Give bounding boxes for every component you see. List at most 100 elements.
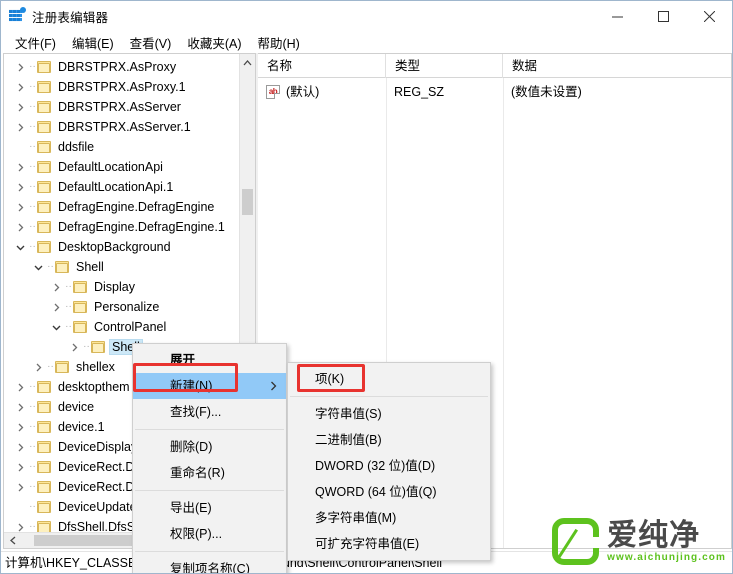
chevron-right-icon[interactable] — [12, 99, 28, 115]
tree-node[interactable]: ·· Display — [4, 277, 240, 297]
tree-node[interactable]: ·· DBRSTPRX.AsProxy.1 — [4, 77, 240, 97]
tree-connector: ·· — [65, 281, 72, 292]
menu-favorites[interactable]: 收藏夹(A) — [179, 31, 249, 54]
tree-connector: ·· — [29, 161, 36, 172]
tree-connector: ·· — [65, 321, 72, 332]
chevron-right-icon[interactable] — [12, 219, 28, 235]
minimize-button[interactable] — [594, 1, 640, 31]
ctx-permissions[interactable]: 权限(P)... — [133, 521, 286, 547]
ctx-find[interactable]: 查找(F)... — [133, 399, 286, 425]
chevron-right-icon[interactable] — [12, 59, 28, 75]
close-button[interactable] — [686, 1, 732, 31]
chevron-right-icon[interactable] — [12, 479, 28, 495]
tree-node-label: DeviceDisplay — [58, 440, 138, 454]
folder-icon — [37, 60, 52, 74]
tree-node[interactable]: ·· DefragEngine.DefragEngine.1 — [4, 217, 240, 237]
submenu-qword-value[interactable]: QWORD (64 位)值(Q) — [288, 479, 490, 505]
tree-node[interactable]: ·· DesktopBackground — [4, 237, 240, 257]
menu-separator — [290, 396, 488, 397]
tree-node-label: DBRSTPRX.AsProxy — [58, 60, 177, 74]
ctx-delete[interactable]: 删除(D) — [133, 434, 286, 460]
submenu-dword-value-label: DWORD (32 位)值(D) — [315, 459, 436, 473]
menu-view[interactable]: 查看(V) — [122, 31, 180, 54]
tree-node[interactable]: ·· DBRSTPRX.AsServer — [4, 97, 240, 117]
ctx-expand-label: 展开 — [170, 353, 196, 367]
registry-editor-icon — [9, 7, 26, 24]
watermark: 爱纯净 www.aichunjing.com — [552, 518, 726, 565]
ctx-expand[interactable]: 展开 — [133, 347, 286, 373]
tree-node-label: DefragEngine.DefragEngine — [58, 200, 215, 214]
submenu-dword-value[interactable]: DWORD (32 位)值(D) — [288, 453, 490, 479]
menu-edit[interactable]: 编辑(E) — [64, 31, 122, 54]
submenu-binary-value-label: 二进制值(B) — [315, 433, 382, 447]
chevron-right-icon[interactable] — [12, 399, 28, 415]
tree-node[interactable]: ·· Shell — [4, 257, 240, 277]
tree-node[interactable]: ·· DBRSTPRX.AsServer.1 — [4, 117, 240, 137]
tree-node[interactable]: ·· ddsfile — [4, 137, 240, 157]
folder-icon — [37, 120, 52, 134]
folder-icon — [37, 480, 52, 494]
folder-icon — [37, 80, 52, 94]
submenu-key[interactable]: 项(K) — [288, 366, 490, 392]
tree-connector: ·· — [29, 81, 36, 92]
maximize-button[interactable] — [640, 1, 686, 31]
ctx-new[interactable]: 新建(N) — [133, 373, 286, 399]
folder-icon — [55, 360, 70, 374]
chevron-right-icon[interactable] — [12, 419, 28, 435]
tree-connector: ·· — [29, 401, 36, 412]
scroll-up-icon[interactable] — [240, 54, 255, 71]
tree-node-label: DBRSTPRX.AsServer.1 — [58, 120, 191, 134]
ctx-rename[interactable]: 重命名(R) — [133, 460, 286, 486]
chevron-right-icon[interactable] — [30, 359, 46, 375]
chevron-down-icon[interactable] — [48, 319, 64, 335]
table-row[interactable]: ab (默认) REG_SZ (数值未设置) — [258, 81, 731, 103]
tree-node-label: Shell — [76, 260, 104, 274]
tree-leaf-spacer — [12, 499, 28, 515]
tree-node-label: DBRSTPRX.AsServer — [58, 100, 181, 114]
scroll-left-icon[interactable] — [4, 533, 21, 548]
ctx-copy-key-name[interactable]: 复制项名称(C) — [133, 556, 286, 573]
chevron-right-icon[interactable] — [12, 199, 28, 215]
submenu-qword-value-label: QWORD (64 位)值(Q) — [315, 485, 437, 499]
tree-node[interactable]: ·· DefragEngine.DefragEngine — [4, 197, 240, 217]
menu-separator — [135, 490, 284, 491]
tree-node-label: DesktopBackground — [58, 240, 171, 254]
chevron-right-icon[interactable] — [12, 119, 28, 135]
tree-node[interactable]: ·· DefaultLocationApi — [4, 157, 240, 177]
submenu-expandable-str[interactable]: 可扩充字符串值(E) — [288, 531, 490, 557]
tree-node-label: DeviceRect.De — [58, 460, 142, 474]
values-header-row: 名称 类型 数据 — [258, 54, 731, 78]
chevron-right-icon[interactable] — [12, 159, 28, 175]
tree-connector: ·· — [29, 101, 36, 112]
chevron-down-icon[interactable] — [30, 259, 46, 275]
chevron-right-icon[interactable] — [12, 379, 28, 395]
chevron-right-icon[interactable] — [66, 339, 82, 355]
tree-node[interactable]: ·· Personalize — [4, 297, 240, 317]
folder-icon — [37, 420, 52, 434]
tree-node-label: ddsfile — [58, 140, 95, 154]
chevron-right-icon[interactable] — [12, 79, 28, 95]
submenu-binary-value[interactable]: 二进制值(B) — [288, 427, 490, 453]
chevron-right-icon[interactable] — [12, 439, 28, 455]
tree-node[interactable]: ·· ControlPanel — [4, 317, 240, 337]
chevron-right-icon[interactable] — [12, 179, 28, 195]
submenu-string-value[interactable]: 字符串值(S) — [288, 401, 490, 427]
chevron-right-icon[interactable] — [48, 299, 64, 315]
column-header-name[interactable]: 名称 — [258, 54, 386, 78]
chevron-right-icon[interactable] — [12, 459, 28, 475]
chevron-right-icon[interactable] — [48, 279, 64, 295]
column-header-data[interactable]: 数据 — [503, 54, 731, 78]
tree-vscroll-thumb[interactable] — [242, 189, 253, 215]
chevron-down-icon[interactable] — [12, 239, 28, 255]
menu-help[interactable]: 帮助(H) — [249, 31, 307, 54]
tree-node-label: DeviceUpdate — [58, 500, 137, 514]
tree-node-label: DefaultLocationApi.1 — [58, 180, 174, 194]
tree-node[interactable]: ·· DBRSTPRX.AsProxy — [4, 57, 240, 77]
tree-node-label: shellex — [76, 360, 115, 374]
ctx-export[interactable]: 导出(E) — [133, 495, 286, 521]
tree-connector: ·· — [29, 201, 36, 212]
column-header-type[interactable]: 类型 — [386, 54, 503, 78]
tree-node[interactable]: ·· DefaultLocationApi.1 — [4, 177, 240, 197]
menu-file[interactable]: 文件(F) — [7, 31, 64, 54]
submenu-multi-string[interactable]: 多字符串值(M) — [288, 505, 490, 531]
